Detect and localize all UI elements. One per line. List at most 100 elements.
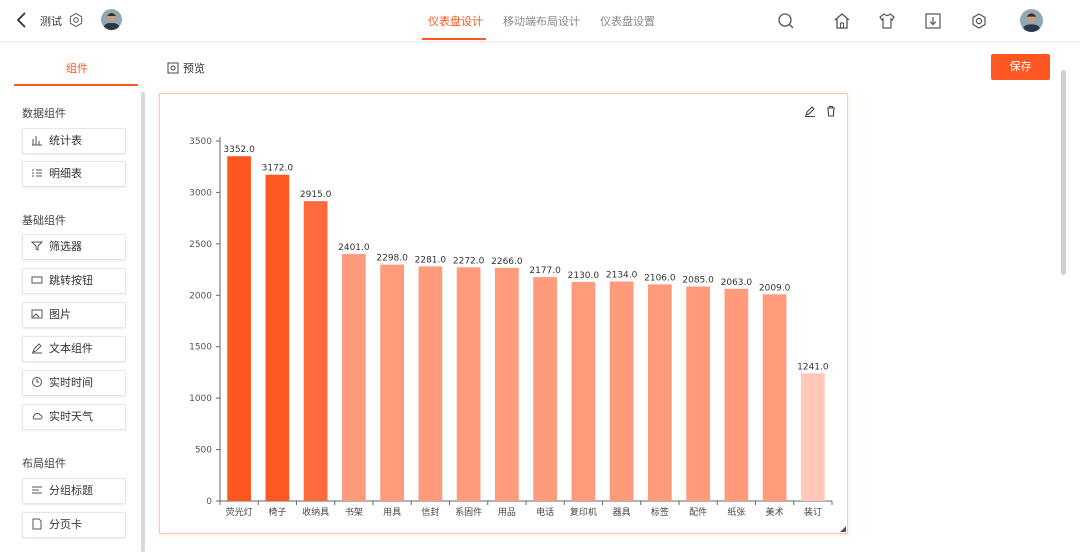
x-tick-label: 系固件	[455, 506, 482, 518]
preview-icon	[167, 62, 179, 74]
x-tick-label: 美术	[766, 506, 784, 518]
data-label: 2134.0	[606, 271, 638, 281]
component-realtime-time[interactable]: 实时时间	[22, 370, 126, 396]
y-tick-label: 500	[195, 446, 212, 456]
x-tick-label: 书架	[345, 507, 363, 518]
x-tick-label: 信封	[421, 506, 439, 518]
component-label: 明细表	[49, 167, 82, 180]
component-group-title[interactable]: 分组标题	[22, 478, 126, 504]
x-tick-label: 荧光灯	[226, 506, 253, 518]
heading-icon	[32, 486, 42, 494]
x-tick-label: 复印机	[570, 506, 597, 518]
home-icon[interactable]	[832, 11, 852, 31]
bar	[609, 281, 634, 501]
y-tick-label: 3500	[189, 137, 212, 147]
component-label: 跳转按钮	[49, 274, 93, 287]
x-tick-label: 收纳具	[302, 506, 329, 518]
chart-card[interactable]: 0 500 1000 1500 2000 2500 3000 3500 3352.0 荧光灯 317…	[159, 93, 848, 534]
search-icon[interactable]	[776, 11, 796, 31]
x-tick-label: 纸张	[727, 506, 745, 518]
tab-dashboard-design[interactable]: 仪表盘设计	[428, 13, 483, 29]
y-tick-label: 2000	[189, 291, 212, 301]
component-realtime-weather[interactable]: 实时天气	[22, 404, 126, 430]
list-icon	[32, 169, 42, 177]
preview-button[interactable]: 预览	[167, 60, 205, 76]
x-tick-label: 用具	[383, 507, 401, 518]
bar	[686, 286, 710, 501]
component-label: 筛选器	[49, 240, 82, 253]
x-tick-label: 用品	[498, 507, 516, 518]
button-icon	[31, 276, 43, 284]
x-tick-label: 器具	[613, 507, 631, 518]
bar-chart-icon	[32, 136, 42, 146]
component-label: 统计表	[49, 134, 82, 147]
left-panel-scrollbar[interactable]	[141, 92, 145, 552]
bar	[227, 156, 251, 502]
bar	[801, 373, 825, 501]
y-tick-label: 1500	[189, 343, 212, 353]
shirt-icon[interactable]	[877, 11, 897, 31]
x-tick-label: 椅子	[268, 506, 286, 518]
dashboard-name[interactable]: 测试	[40, 13, 62, 29]
data-label: 2085.0	[682, 276, 714, 286]
bar	[495, 267, 519, 501]
component-filter[interactable]: 筛选器	[22, 234, 126, 260]
filter-icon	[30, 241, 44, 251]
save-button[interactable]: 保存	[991, 54, 1050, 80]
y-tick-label: 2500	[189, 240, 212, 250]
bar	[418, 266, 443, 501]
settings-icon[interactable]	[68, 12, 84, 28]
x-tick-label: 配件	[689, 506, 707, 518]
component-label: 图片	[49, 308, 71, 321]
data-label: 2281.0	[415, 255, 447, 265]
section-title-data: 数据组件	[22, 107, 66, 120]
bar	[533, 277, 557, 501]
bar	[724, 288, 749, 501]
data-label: 2266.0	[491, 257, 523, 267]
resize-handle-icon[interactable]	[840, 526, 846, 532]
data-label: 2298.0	[376, 254, 408, 264]
y-tick-label: 0	[206, 497, 212, 507]
data-label: 2009.0	[759, 283, 791, 293]
tab-components[interactable]: 组件	[66, 60, 88, 76]
canvas-scrollbar[interactable]	[1061, 70, 1066, 275]
x-tick-label: 标签	[651, 506, 669, 518]
component-label: 实时天气	[49, 410, 93, 423]
component-text[interactable]: 文本组件	[22, 336, 126, 362]
section-title-basic: 基础组件	[22, 214, 66, 227]
component-page-card[interactable]: 分页卡	[22, 512, 126, 538]
user-avatar[interactable]	[1020, 9, 1043, 32]
settings-icon[interactable]	[969, 11, 989, 31]
bar	[265, 174, 290, 501]
data-label: 3352.0	[223, 145, 255, 155]
data-label: 2272.0	[453, 256, 485, 266]
y-tick-label: 3000	[189, 188, 212, 198]
data-label: 2130.0	[568, 271, 600, 281]
back-arrow-icon[interactable]	[12, 9, 32, 31]
component-jump-button[interactable]: 跳转按钮	[22, 268, 126, 294]
tab-dashboard-settings[interactable]: 仪表盘设置	[600, 13, 655, 29]
clock-icon	[32, 377, 42, 387]
component-image[interactable]: 图片	[22, 302, 126, 328]
data-label: 2401.0	[338, 243, 370, 253]
bar	[571, 281, 596, 501]
bar	[342, 254, 366, 501]
avatar[interactable]	[101, 9, 122, 30]
data-label: 3172.0	[262, 164, 294, 174]
active-tab-indicator	[422, 38, 486, 40]
component-label: 分页卡	[49, 518, 82, 531]
page-icon	[32, 518, 42, 530]
edit-icon	[32, 343, 42, 354]
component-label: 实时时间	[49, 376, 93, 389]
y-tick-label: 1000	[189, 394, 212, 404]
cloud-icon	[32, 412, 43, 420]
component-label: 分组标题	[49, 484, 93, 497]
tab-mobile-layout[interactable]: 移动端布局设计	[503, 13, 580, 29]
components-tab-indicator	[14, 84, 138, 86]
component-detail-table[interactable]: 明细表	[22, 161, 126, 187]
bar	[762, 294, 787, 501]
bar	[456, 267, 481, 501]
download-icon[interactable]	[923, 11, 943, 31]
x-tick-label: 电话	[536, 506, 554, 518]
component-stat-table[interactable]: 统计表	[22, 128, 126, 154]
